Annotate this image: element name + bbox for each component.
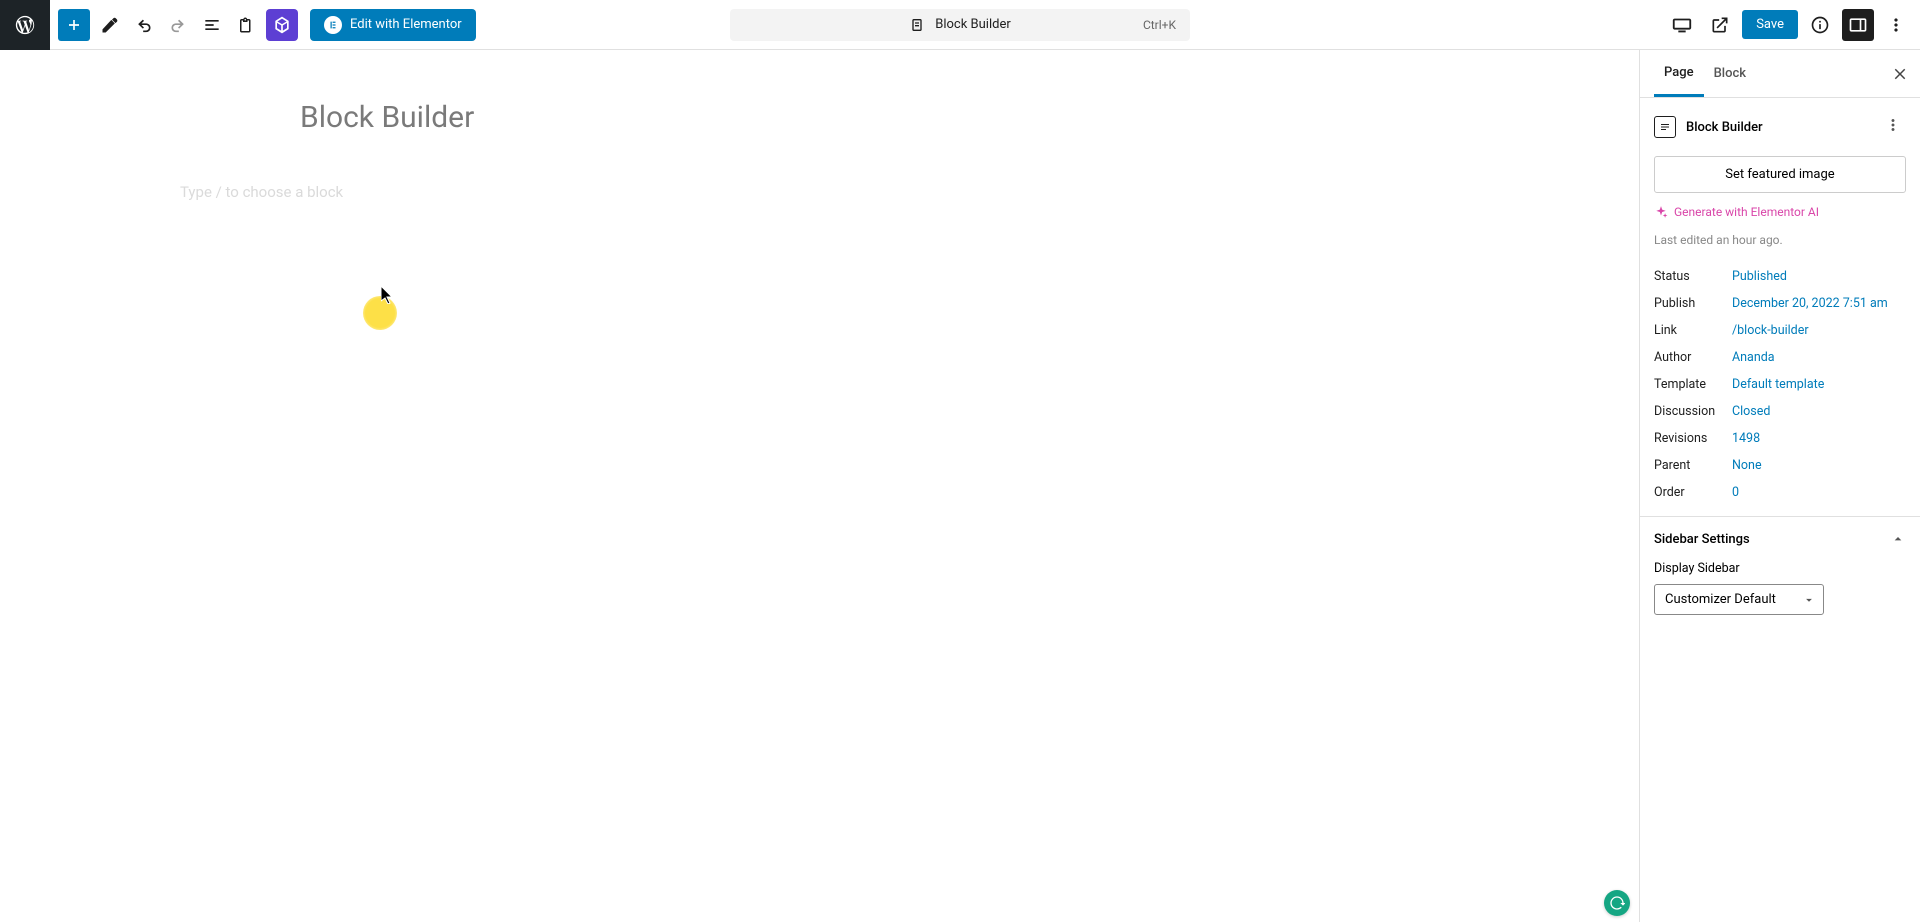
document-header-row: Block Builder (1654, 112, 1906, 142)
meta-template: TemplateDefault template (1654, 371, 1906, 398)
external-link-icon (1710, 15, 1730, 35)
meta-label: Link (1654, 323, 1732, 338)
plus-icon (64, 15, 84, 35)
redo-button[interactable] (164, 11, 192, 39)
meta-value[interactable]: Ananda (1732, 350, 1775, 365)
last-edited-text: Last edited an hour ago. (1654, 233, 1906, 247)
meta-order: Order0 (1654, 479, 1906, 506)
wordpress-logo[interactable] (0, 0, 50, 50)
top-toolbar: Edit with Elementor Block Builder Ctrl+K… (0, 0, 1920, 50)
ai-link-label: Generate with Elementor AI (1674, 205, 1819, 219)
more-vertical-icon (1886, 15, 1906, 35)
document-title-group: Block Builder (1654, 116, 1763, 138)
document-overview-button[interactable] (198, 11, 226, 39)
templately-button[interactable] (266, 9, 298, 41)
display-sidebar-label: Display Sidebar (1654, 561, 1906, 576)
edit-elementor-label: Edit with Elementor (350, 17, 462, 32)
grammarly-badge[interactable] (1604, 890, 1630, 916)
undo-icon (134, 15, 154, 35)
tab-page[interactable]: Page (1654, 51, 1704, 97)
meta-label: Revisions (1654, 431, 1732, 446)
more-vertical-icon (1884, 116, 1902, 134)
document-title-bar[interactable]: Block Builder Ctrl+K (730, 9, 1190, 41)
desktop-icon (1671, 14, 1693, 36)
info-button[interactable] (1804, 9, 1836, 41)
meta-label: Parent (1654, 458, 1732, 473)
meta-revisions: Revisions1498 (1654, 425, 1906, 452)
pencil-icon (100, 15, 120, 35)
document-icon (1654, 116, 1676, 138)
panel-title: Sidebar Settings (1654, 532, 1750, 547)
meta-discussion: DiscussionClosed (1654, 398, 1906, 425)
meta-value[interactable]: 1498 (1732, 431, 1760, 446)
set-featured-image-button[interactable]: Set featured image (1654, 156, 1906, 193)
document-title: Block Builder (935, 17, 1011, 32)
main-area: Block Builder Type / to choose a block P… (0, 50, 1920, 922)
meta-label: Author (1654, 350, 1732, 365)
clipboard-button[interactable] (232, 11, 260, 39)
document-options-button[interactable] (1880, 112, 1906, 142)
list-view-icon (202, 15, 222, 35)
generate-ai-link[interactable]: Generate with Elementor AI (1654, 205, 1906, 219)
chevron-up-icon (1890, 531, 1906, 547)
meta-link: Link/block-builder (1654, 317, 1906, 344)
templately-icon (272, 15, 292, 35)
toolbar-right: Save (1666, 9, 1912, 41)
block-placeholder[interactable]: Type / to choose a block (180, 183, 1599, 201)
document-summary: Block Builder Set featured image Generat… (1640, 98, 1920, 516)
meta-value[interactable]: Default template (1732, 377, 1824, 392)
meta-value[interactable]: December 20, 2022 7:51 am (1732, 296, 1888, 311)
tools-button[interactable] (96, 11, 124, 39)
clipboard-icon (237, 16, 255, 34)
close-icon (1891, 65, 1909, 83)
page-title[interactable]: Block Builder (300, 100, 1599, 135)
meta-parent: ParentNone (1654, 452, 1906, 479)
edit-with-elementor-button[interactable]: Edit with Elementor (310, 9, 476, 41)
meta-publish: PublishDecember 20, 2022 7:51 am (1654, 290, 1906, 317)
info-icon (1810, 15, 1830, 35)
toolbar-left: Edit with Elementor (58, 9, 476, 41)
external-link-button[interactable] (1704, 9, 1736, 41)
meta-value[interactable]: /block-builder (1732, 323, 1809, 338)
settings-sidebar-toggle[interactable] (1842, 9, 1874, 41)
view-button[interactable] (1666, 9, 1698, 41)
wordpress-icon (14, 14, 36, 36)
meta-value[interactable]: None (1732, 458, 1762, 473)
meta-value[interactable]: Closed (1732, 404, 1770, 419)
meta-label: Publish (1654, 296, 1732, 311)
undo-button[interactable] (130, 11, 158, 39)
meta-status: StatusPublished (1654, 263, 1906, 290)
sparkle-icon (1654, 205, 1668, 219)
document-name: Block Builder (1686, 120, 1763, 135)
editor-canvas[interactable]: Block Builder Type / to choose a block (0, 50, 1639, 922)
meta-value[interactable]: Published (1732, 269, 1787, 284)
options-button[interactable] (1880, 9, 1912, 41)
meta-label: Order (1654, 485, 1732, 500)
meta-author: AuthorAnanda (1654, 344, 1906, 371)
display-sidebar-select-wrap: Customizer Default (1654, 584, 1824, 615)
shortcut-hint: Ctrl+K (1143, 18, 1176, 32)
sidebar-settings-header[interactable]: Sidebar Settings (1654, 531, 1906, 547)
close-sidebar-button[interactable] (1888, 62, 1912, 86)
save-button[interactable]: Save (1742, 10, 1798, 39)
tab-block[interactable]: Block (1704, 52, 1756, 95)
elementor-icon (324, 16, 342, 34)
page-icon (909, 17, 925, 33)
meta-label: Discussion (1654, 404, 1732, 419)
add-block-button[interactable] (58, 9, 90, 41)
grammarly-icon (1609, 895, 1625, 911)
meta-value[interactable]: 0 (1732, 485, 1739, 500)
meta-label: Status (1654, 269, 1732, 284)
redo-icon (168, 15, 188, 35)
settings-sidebar: Page Block Block Builder Set featured im… (1639, 50, 1920, 922)
meta-label: Template (1654, 377, 1732, 392)
sidebar-tabs: Page Block (1640, 50, 1920, 98)
cursor-highlight (363, 296, 397, 330)
sidebar-settings-panel: Sidebar Settings Display Sidebar Customi… (1640, 516, 1920, 629)
display-sidebar-select[interactable]: Customizer Default (1654, 584, 1824, 615)
sidebar-icon (1848, 15, 1868, 35)
